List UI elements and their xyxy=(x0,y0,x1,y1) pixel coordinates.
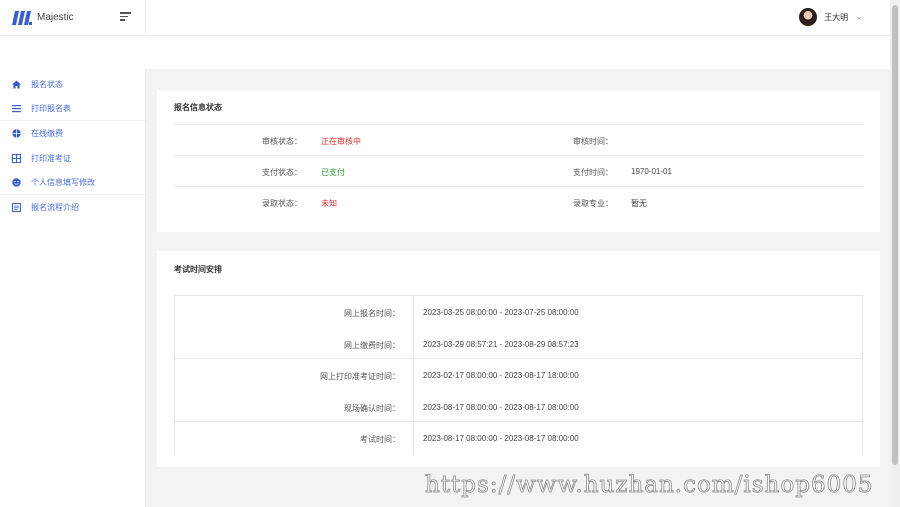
schedule-value: 2023-08-17 08:00:00 - 2023-08-17 08:00:0… xyxy=(423,434,579,444)
sidebar-item-personal-info[interactable]: 个人信息填写修改 xyxy=(0,170,145,195)
status-card-title: 报名信息状态 xyxy=(174,103,222,112)
sidebar-item-label: 个人信息填写修改 xyxy=(31,177,95,187)
page-header-bar xyxy=(0,35,890,69)
schedule-label: 考试时间： xyxy=(360,435,400,445)
brand[interactable]: Majestic xyxy=(0,0,146,35)
sidebar-item-label: 打印准考证 xyxy=(31,153,71,163)
home-icon xyxy=(12,80,21,89)
admission-major-value: 暂无 xyxy=(631,199,647,208)
scrollbar-thumb[interactable] xyxy=(892,5,898,465)
schedule-value: 2023-08-17 08:00:00 - 2023-08-17 08:00:0… xyxy=(423,402,579,412)
table-row: 网上缴费时间： 2023-03-29 08:57:21 - 2023-08-29… xyxy=(175,327,862,360)
table-row: 网上打印准考证时间： 2023-02-17 08:00:00 - 2023-08… xyxy=(175,359,862,391)
avatar[interactable] xyxy=(799,8,818,26)
schedule-value: 2023-03-29 08:57:21 - 2023-08-29 08:57:2… xyxy=(423,339,579,349)
sidebar-item-label: 打印报名表 xyxy=(31,103,71,113)
list-icon xyxy=(12,104,21,113)
schedule-label: 网上缴费时间： xyxy=(344,340,400,350)
brand-name: Majestic xyxy=(37,12,74,23)
admission-status-label: 录取状态： xyxy=(262,199,302,208)
review-status-label: 审核状态： xyxy=(262,137,302,146)
sidebar-item-print-admission-ticket[interactable]: 打印准考证 xyxy=(0,146,145,171)
schedule-card: 考试时间安排 网上报名时间： 2023-03-25 08:00:00 - 202… xyxy=(157,251,880,467)
schedule-label: 网上报名时间： xyxy=(344,309,400,318)
chevron-down-icon[interactable]: ⌄ xyxy=(856,13,862,21)
username[interactable]: 王大明 xyxy=(824,12,848,23)
user-menu[interactable]: 王大明 ⌄ xyxy=(799,8,862,26)
smile-icon xyxy=(12,177,21,187)
schedule-label: 网上打印准考证时间： xyxy=(320,372,400,382)
sidebar-item-label: 在线缴费 xyxy=(31,128,63,138)
sidebar-item-label: 报名流程介绍 xyxy=(31,202,79,212)
review-status-value: 正在审核中 xyxy=(321,137,361,146)
table-row: 考试时间： 2023-08-17 08:00:00 - 2023-08-17 0… xyxy=(175,422,862,454)
status-row: 录取状态： 未知 录取专业： 暂无 xyxy=(174,186,864,217)
status-card: 报名信息状态 审核状态： 正在审核中 审核时间： 支付状态： 已支付 支付时间：… xyxy=(157,90,880,232)
status-row: 支付状态： 已支付 支付时间： 1970-01-01 xyxy=(174,155,864,186)
document-icon xyxy=(12,202,21,212)
schedule-label: 现场确认时间： xyxy=(344,403,400,413)
schedule-card-title: 考试时间安排 xyxy=(174,265,222,274)
sidebar-item-registration-status[interactable]: 报名状态 xyxy=(0,72,145,97)
admission-major-label: 录取专业： xyxy=(573,199,613,208)
sidebar: 报名状态 打印报名表 在线缴费 打印准考证 个人信息填写修改 报名流程介绍 xyxy=(0,69,146,507)
payment-time-label: 支付时间： xyxy=(573,168,613,177)
sidebar-item-label: 报名状态 xyxy=(31,79,63,89)
menu-toggle-icon[interactable] xyxy=(120,12,131,21)
payment-time-value: 1970-01-01 xyxy=(631,167,672,176)
globe-icon xyxy=(12,129,21,138)
sidebar-item-process-intro[interactable]: 报名流程介绍 xyxy=(0,195,145,220)
sidebar-item-print-form[interactable]: 打印报名表 xyxy=(0,97,145,122)
watermark: https://www.huzhan.com/ishop6005 xyxy=(425,472,874,499)
table-row: 网上报名时间： 2023-03-25 08:00:00 - 2023-07-25… xyxy=(175,296,862,328)
schedule-value: 2023-02-17 08:00:00 - 2023-08-17 18:00:0… xyxy=(423,371,579,381)
sidebar-item-online-payment[interactable]: 在线缴费 xyxy=(0,121,145,146)
table-row: 现场确认时间： 2023-08-17 08:00:00 - 2023-08-17… xyxy=(175,390,862,423)
top-navbar: Majestic 王大明 ⌄ xyxy=(0,0,890,35)
payment-status-label: 支付状态： xyxy=(262,168,302,177)
schedule-table: 网上报名时间： 2023-03-25 08:00:00 - 2023-07-25… xyxy=(174,295,863,454)
review-time-label: 审核时间： xyxy=(573,137,613,146)
grid-icon xyxy=(12,153,21,163)
schedule-value: 2023-03-25 08:00:00 - 2023-07-25 08:00:0… xyxy=(423,308,579,317)
status-row: 审核状态： 正在审核中 审核时间： xyxy=(174,124,864,155)
admission-status-value: 未知 xyxy=(321,199,337,208)
payment-status-value: 已支付 xyxy=(321,168,345,177)
page-scrollbar[interactable] xyxy=(890,0,900,507)
majestic-logo-icon xyxy=(12,10,32,25)
